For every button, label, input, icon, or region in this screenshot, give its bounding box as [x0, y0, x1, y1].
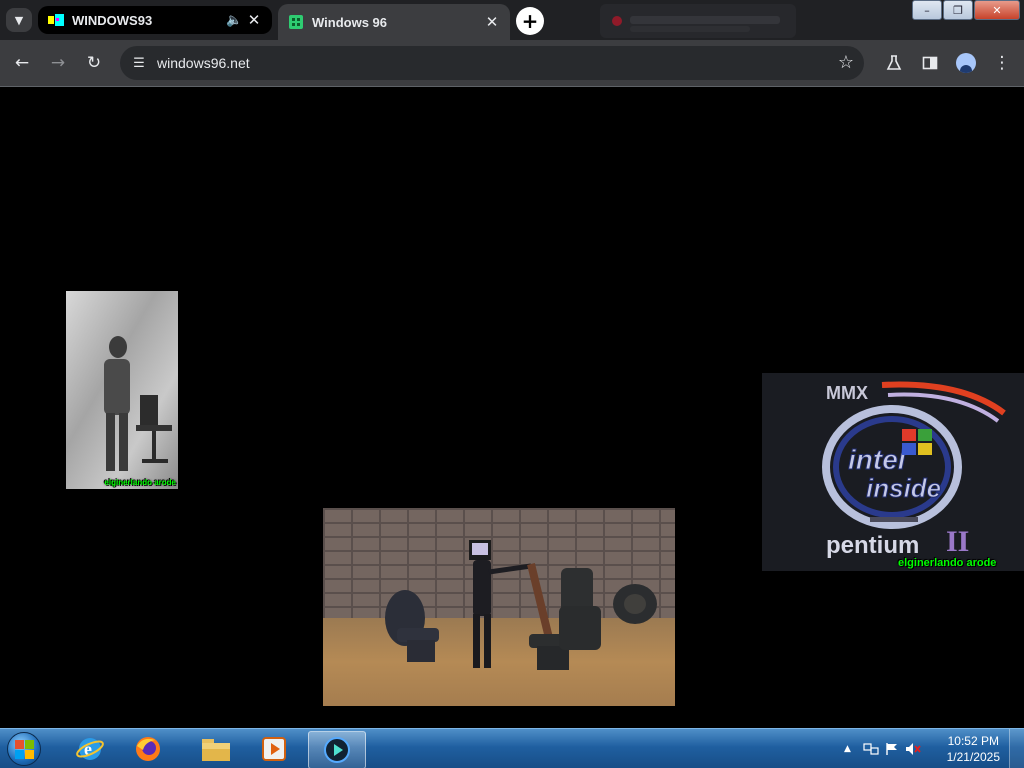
start-button[interactable] — [4, 731, 44, 767]
tab-close-icon[interactable]: ✕ — [482, 13, 502, 31]
taskbar-file-explorer[interactable] — [188, 731, 244, 767]
pane-caption: elginerlando arode — [104, 478, 176, 487]
windows-taskbar: e ▲ 10:52 PM 1/21/2025 — [0, 728, 1024, 768]
tab-search-button[interactable]: ▼ — [6, 8, 32, 32]
web-page: elginerlando arode MMX intel inside pent… — [0, 87, 1024, 728]
clock-date: 1/21/2025 — [946, 750, 1000, 764]
chair-silhouette — [136, 395, 172, 463]
floating-video-pane[interactable] — [323, 508, 675, 706]
chevron-down-icon: ▼ — [14, 13, 24, 27]
media-player-icon — [262, 737, 286, 761]
new-tab-button[interactable]: + — [516, 7, 544, 35]
windows96-favicon-icon — [288, 14, 304, 30]
back-button[interactable]: ← — [9, 50, 35, 76]
profile-avatar-icon[interactable] — [953, 50, 979, 76]
site-settings-icon[interactable]: ☰ — [130, 54, 148, 72]
internet-explorer-icon: e — [76, 738, 104, 760]
scene-figures — [385, 540, 657, 670]
taskbar-firefox[interactable] — [120, 731, 176, 767]
svg-text:pentium: pentium — [826, 532, 919, 559]
tab-windows93[interactable]: WINDOWS93 🔈 ✕ — [38, 6, 272, 34]
browser-toolbar: ← → ↻ ☰ windows96.net ☆ ⋮ — [0, 40, 1024, 87]
intel-pentium-logo: MMX intel inside pentium II — [762, 373, 1024, 571]
svg-text:inside: inside — [866, 473, 941, 503]
show-hidden-icons-icon[interactable]: ▲ — [844, 744, 851, 754]
svg-text:intel: intel — [848, 444, 907, 475]
firefox-icon — [136, 737, 160, 761]
screen: ▼ WINDOWS93 🔈 ✕ Windows 96 ✕ + – ❐ ✕ ← →… — [0, 0, 1024, 768]
tab-close-icon[interactable]: ✕ — [244, 11, 264, 29]
action-center-flag-icon[interactable] — [885, 742, 899, 756]
tab-title: WINDOWS93 — [72, 12, 153, 28]
forward-button[interactable]: → — [45, 50, 71, 76]
speaker-muted-icon[interactable] — [905, 742, 921, 756]
svg-text:MMX: MMX — [826, 383, 868, 403]
tab-windows96[interactable]: Windows 96 ✕ — [278, 4, 510, 40]
tab-title: Windows 96 — [312, 14, 388, 30]
floating-photo-pane[interactable]: elginerlando arode — [66, 291, 178, 489]
speaker-icon[interactable]: 🔈 — [226, 12, 244, 28]
restore-button[interactable]: ❐ — [943, 0, 973, 20]
svg-text:II: II — [946, 525, 969, 558]
person-figure — [104, 336, 130, 471]
labs-flask-icon[interactable] — [881, 50, 907, 76]
clock-time: 10:52 PM — [947, 734, 999, 748]
system-tray: ▲ — [844, 729, 921, 768]
address-url[interactable]: windows96.net — [157, 55, 250, 71]
close-window-button[interactable]: ✕ — [974, 0, 1020, 20]
minimize-button[interactable]: – — [912, 0, 942, 20]
taskbar-media-player[interactable] — [246, 731, 302, 767]
menu-kebab-icon[interactable]: ⋮ — [989, 50, 1015, 76]
side-panel-icon[interactable] — [917, 50, 943, 76]
taskbar-internet-explorer[interactable]: e — [62, 731, 118, 767]
taskbar-windows96-app[interactable] — [308, 731, 366, 768]
windows96-app-icon — [324, 737, 350, 763]
windows-logo-icon — [7, 732, 41, 766]
taskbar-clock[interactable]: 10:52 PM 1/21/2025 — [947, 733, 1000, 765]
background-window-thumbnail — [600, 4, 796, 38]
browser-tab-strip: ▼ WINDOWS93 🔈 ✕ Windows 96 ✕ + – ❐ ✕ — [0, 0, 1024, 40]
floating-image-pane[interactable]: MMX intel inside pentium II elginerlando… — [762, 373, 1024, 571]
network-icon[interactable] — [863, 742, 879, 756]
reload-button[interactable]: ↻ — [81, 50, 107, 76]
pane-caption: elginerlando arode — [898, 557, 997, 569]
folder-icon — [202, 739, 230, 761]
bookmark-star-icon[interactable]: ☆ — [838, 52, 854, 73]
window-controls: – ❐ ✕ — [911, 0, 1020, 20]
address-bar[interactable]: ☰ windows96.net ☆ — [120, 46, 864, 80]
windows93-favicon-icon — [48, 12, 64, 28]
show-desktop-button[interactable] — [1009, 729, 1024, 768]
